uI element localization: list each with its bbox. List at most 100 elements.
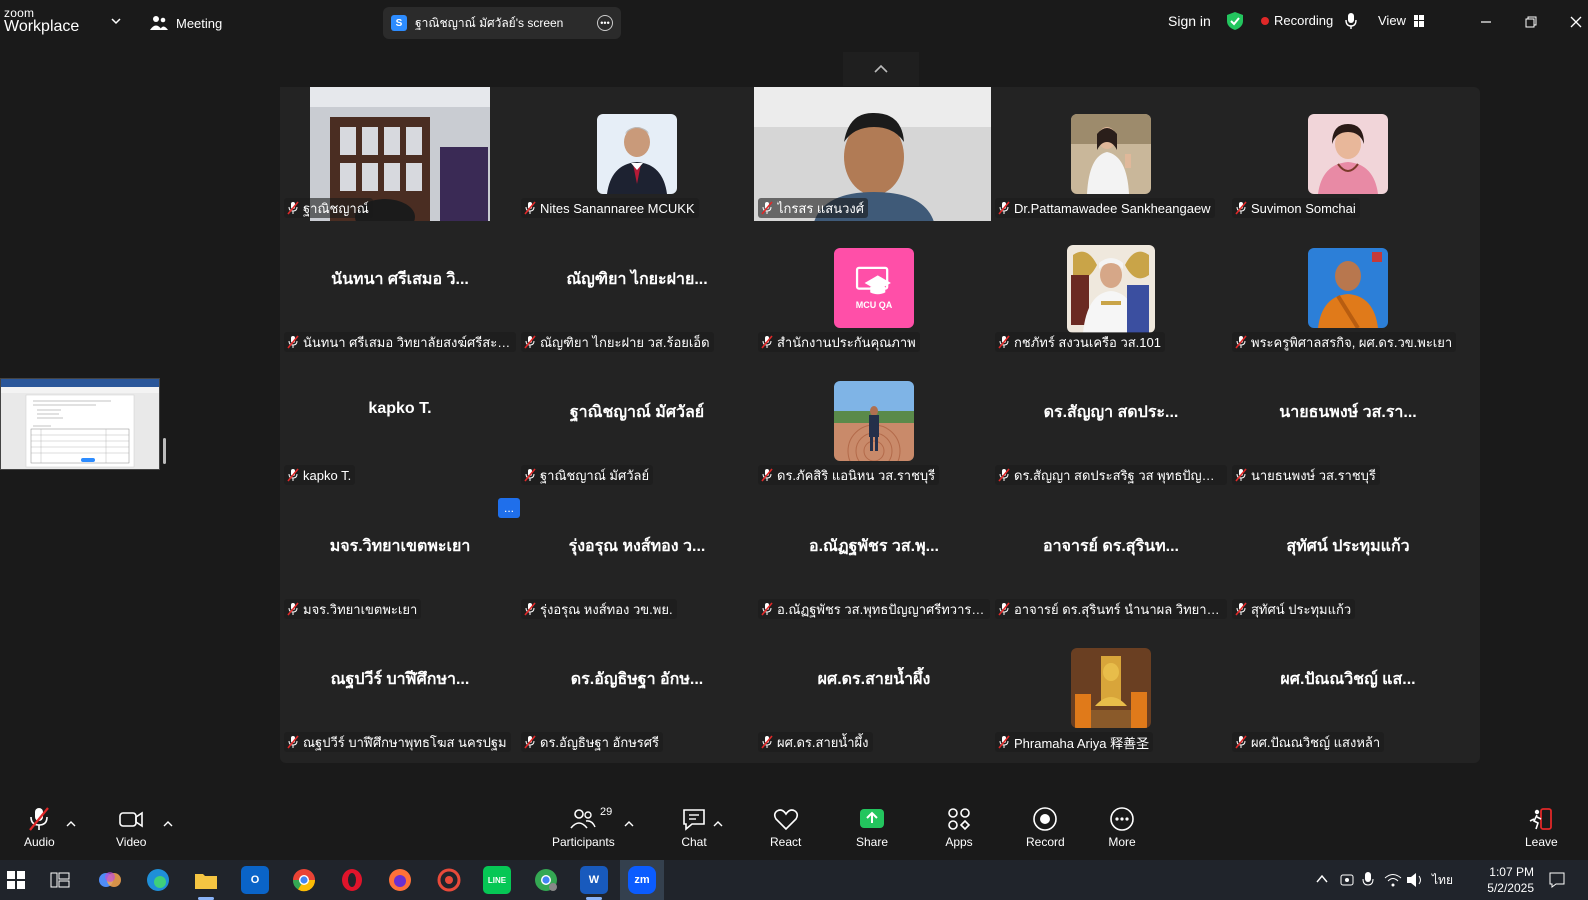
restore-icon[interactable] [1519,10,1543,34]
participants-caret-icon[interactable] [624,820,634,828]
record-button[interactable]: Record [1026,806,1065,849]
mcuqa-badge-text: MCU QA [855,300,893,310]
apps-button[interactable]: Apps [945,806,973,849]
react-label: React [770,835,802,849]
shared-screen-thumbnail[interactable] [0,378,160,470]
more-participants-button[interactable]: ... [498,498,520,518]
system-clock[interactable]: 1:07 PM 5/2/2025 [1468,864,1534,896]
recording-indicator[interactable]: Recording [1261,13,1333,28]
participant-tile[interactable]: ดร.สัญญา สดประ... ดร.สัญญา สดประสริฐ วส พ… [991,354,1231,489]
participant-tile[interactable]: ไกรสร แสนวงศ์ [754,87,994,222]
participant-name: ฐาณิชญาณ์ มัศวัลย์ [540,467,650,483]
wifi-icon[interactable] [1384,872,1402,888]
tray-mic-icon[interactable] [1362,871,1374,889]
participant-display-name: ณฐปวีร์ บาฬีศึกษา... [330,671,470,688]
more-button[interactable]: More [1108,806,1136,849]
notifications-icon[interactable] [1548,871,1566,889]
react-button[interactable]: React [770,806,801,849]
participant-tile[interactable]: ณฐปวีร์ บาฬีศึกษา... ณฐปวีร์ บาฬีศึกษาพุท… [280,621,520,756]
mic-muted-icon [1235,201,1247,215]
mic-muted-icon [761,468,773,482]
participant-tile[interactable]: นันทนา ศรีเสมอ วิ... นันทนา ศรีเสมอ วิทยา… [280,221,520,356]
participant-tile[interactable]: ณัญฑิยา ไกยะฝาย... ณัญฑิยา ไกยะฝาย วส.ร้อ… [517,221,757,356]
shared-screen-pill[interactable]: S ฐาณิชญาณ์ มัศวัลย์'s screen ••• [383,7,621,39]
chevron-down-icon[interactable] [110,15,122,27]
video-caret-icon[interactable] [163,820,173,828]
share-button[interactable]: Share [856,806,888,849]
tray-chevron-up-icon[interactable] [1316,874,1328,884]
thumbnail-resize-handle[interactable] [163,438,166,464]
microphone-icon[interactable] [1345,12,1357,30]
mic-muted-icon [524,335,536,349]
participant-name: ดร.สัญญา สดประสริฐ วส พุทธปัญญาฯ [1014,467,1223,483]
app-icon[interactable] [435,866,463,894]
line-app-icon[interactable]: LINE [483,866,511,894]
participant-tile[interactable]: Suvimon Somchai [1228,87,1468,222]
word-icon[interactable]: W [580,866,608,894]
participant-tile[interactable]: อาจารย์ ดร.สุรินท... อาจารย์ ดร.สุรินทร์ … [991,488,1231,623]
participant-tile[interactable]: ดร.ภัคสิริ แอนิหน วส.ราชบุรี [754,354,994,489]
zoom-taskbar-slot[interactable]: zm [620,860,664,900]
participant-tile[interactable]: ผศ.ดร.สายน้ำผึ้ง ผศ.ดร.สายน้ำผึ้ง [754,621,994,756]
audio-label: Audio [24,835,55,849]
view-button[interactable]: View [1378,13,1424,28]
participant-tile[interactable]: MCU QA สำนักงานประกันคุณภาพ [754,221,994,356]
chat-caret-icon[interactable] [713,820,723,828]
firefox-icon[interactable] [386,866,414,894]
participant-tile[interactable]: Dr.Pattamawadee Sankheangaew [991,87,1231,222]
chrome-icon[interactable] [290,866,318,894]
minimize-icon[interactable] [1474,10,1498,34]
participant-display-name: นายธนพงษ์ วส.รา... [1279,404,1417,421]
participant-tile[interactable]: มจร.วิทยาเขตพะเยา มจร.วิทยาเขตพะเยา [280,488,520,623]
participant-name: กชภัทร์ สงวนเครือ วส.101 [1014,334,1161,350]
sign-in-link[interactable]: Sign in [1168,13,1211,29]
participant-tile[interactable]: Phramaha Ariya 释善圣 [991,621,1231,756]
participant-display-name: kapko T. [368,400,432,417]
participant-tile[interactable]: ฐาณิชญาณ์ มัศวัลย์ ฐาณิชญาณ์ มัศวัลย์ [517,354,757,489]
leave-button[interactable]: Leave [1525,806,1558,849]
meeting-info-button[interactable]: Meeting [150,12,222,34]
windows-start-icon[interactable] [2,866,30,894]
file-explorer-icon[interactable] [192,866,220,894]
task-view-icon[interactable] [46,866,74,894]
participant-tile[interactable]: พระครูพิศาลสรกิจ, ผศ.ดร.วข.พะเยา [1228,221,1468,356]
video-button[interactable]: Video [116,806,146,849]
participant-name: Phramaha Ariya 释善圣 [1014,735,1150,751]
clock-time: 1:07 PM [1489,865,1534,879]
participant-tile[interactable]: ดร.อัญธิษฐา อักษ... ดร.อัญธิษฐา อักษรศรี [517,621,757,756]
volume-icon[interactable] [1406,872,1424,888]
encryption-shield-icon[interactable] [1226,11,1244,31]
outlook-icon[interactable]: O [241,866,269,894]
record-label: Record [1026,835,1065,849]
view-label: View [1378,13,1406,28]
participant-avatar-photo [1308,248,1388,328]
tray-meet-icon[interactable] [1340,872,1354,888]
edge-browser-icon[interactable] [144,866,172,894]
participant-tile[interactable]: อ.ณัฏฐพัชร วส.พุ... อ.ณัฏฐพัชร วส.พุทธปัญ… [754,488,994,623]
audio-caret-icon[interactable] [66,820,76,828]
participant-tile[interactable]: kapko T. kapko T. [280,354,520,489]
participant-tile[interactable]: ผศ.ปัณณวิชญ์ แส... ผศ.ปัณณวิชญ์ แสงหล้า [1228,621,1468,756]
audio-button[interactable]: Audio [24,806,55,849]
participant-name-label: Phramaha Ariya 释善圣 [995,732,1154,752]
input-language[interactable]: ไทย [1432,871,1453,890]
participant-tile[interactable]: Nites Sanannaree MCUKK [517,87,757,222]
more-options-icon[interactable]: ••• [597,15,613,31]
participant-display-name: ฐาณิชญาณ์ มัศวัลย์ [569,404,705,421]
collapse-gallery-button[interactable] [843,52,919,86]
participant-display-name: รุ่งอรุณ หงส์ทอง ว... [568,538,706,555]
opera-icon[interactable] [338,866,366,894]
document-preview-icon [1,379,159,468]
chrome-profile-icon[interactable] [532,866,560,894]
participant-tile[interactable]: รุ่งอรุณ หงส์ทอง ว... รุ่งอรุณ หงส์ทอง วข… [517,488,757,623]
participant-tile[interactable]: ฐาณิชญาณ์ [280,87,520,222]
grid-view-icon [1413,14,1424,27]
participant-tile[interactable]: กชภัทร์ สงวนเครือ วส.101 [991,221,1231,356]
participant-name-label: ไกรสร แสนวงศ์ [758,198,869,218]
participant-tile[interactable]: สุทัศน์ ประทุมแก้ว สุทัศน์ ประทุมแก้ว [1228,488,1468,623]
close-icon[interactable] [1564,10,1588,34]
mic-muted-icon [524,201,536,215]
participant-tile[interactable]: นายธนพงษ์ วส.รา... นายธนพงษ์ วส.ราชบุรี [1228,354,1468,489]
chat-button[interactable]: Chat [680,806,708,849]
copilot-icon[interactable] [96,866,124,894]
